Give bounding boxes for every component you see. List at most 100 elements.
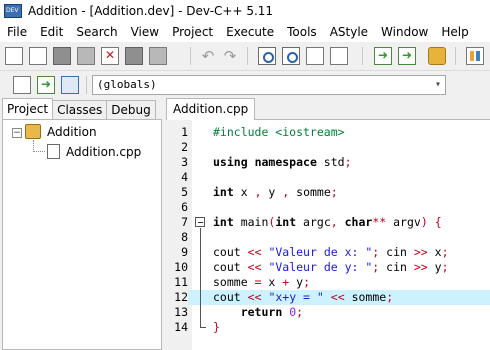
- code-text: #include <iostream>: [213, 125, 345, 139]
- menu-execute[interactable]: Execute: [219, 22, 280, 42]
- toolbar-separator: [247, 47, 248, 65]
- fold-end-marker: [200, 327, 206, 328]
- menu-help[interactable]: Help: [434, 22, 474, 42]
- new-class-icon[interactable]: [13, 76, 31, 94]
- line-number: 6: [181, 200, 188, 214]
- code-text: }: [213, 320, 220, 334]
- code-line[interactable]: 13 return 0;: [166, 305, 490, 320]
- line-number: 10: [174, 260, 188, 274]
- window-title: Addition - [Addition.dev] - Dev-C++ 5.11: [28, 4, 274, 18]
- tab-classes[interactable]: Classes: [52, 100, 108, 119]
- find-icon[interactable]: [258, 47, 276, 65]
- chevron-down-icon[interactable]: ▾: [435, 76, 441, 94]
- code-text: int main(int argc, char** argv) {: [213, 215, 442, 229]
- project-options-icon[interactable]: [466, 47, 484, 65]
- line-number: 4: [181, 170, 188, 184]
- collapse-icon[interactable]: −: [12, 128, 22, 138]
- toggle-bookmark-icon[interactable]: [330, 47, 348, 65]
- line-number: 7: [181, 215, 188, 229]
- close-all-icon[interactable]: [149, 47, 167, 65]
- code-line[interactable]: 11 somme = x + y;: [166, 275, 490, 290]
- save-icon[interactable]: [53, 47, 71, 65]
- menu-file[interactable]: File: [0, 22, 33, 42]
- menu-tools[interactable]: Tools: [280, 22, 323, 42]
- open-file-icon[interactable]: [29, 47, 47, 65]
- line-number: 12: [166, 290, 188, 305]
- editor-area: Addition.cpp 1 #include <iostream> 2 3 using…: [164, 98, 490, 350]
- code-line[interactable]: 12 cout << "x+y = " << somme;: [166, 290, 490, 305]
- close-file-icon[interactable]: [101, 47, 119, 65]
- main-toolbar: ↶ ↷: [0, 42, 490, 70]
- tree-root-project[interactable]: Addition: [47, 125, 97, 139]
- class-toolbar: (globals) ▾: [0, 70, 490, 98]
- new-file-icon[interactable]: [5, 47, 23, 65]
- menu-project[interactable]: Project: [165, 22, 219, 42]
- tree-file-item[interactable]: Addition.cpp: [66, 145, 141, 159]
- replace-icon[interactable]: [282, 47, 300, 65]
- fold-guide: [200, 228, 201, 327]
- code-line[interactable]: 9 cout << "Valeur de x: "; cin >> x;: [166, 245, 490, 260]
- tab-addition-cpp[interactable]: Addition.cpp: [166, 98, 256, 120]
- save-all-icon[interactable]: [77, 47, 95, 65]
- code-line[interactable]: 2: [166, 140, 490, 155]
- toolbar-separator: [362, 47, 363, 65]
- toggle-icon[interactable]: [61, 76, 79, 94]
- tree-connector: [33, 151, 45, 152]
- line-number: 1: [181, 125, 188, 139]
- line-number: 9: [181, 245, 188, 259]
- code-editor[interactable]: 1 #include <iostream> 2 3 using namespace st…: [166, 119, 490, 350]
- project-folder-icon: [25, 124, 41, 139]
- code-line[interactable]: 1 #include <iostream>: [166, 125, 490, 140]
- code-text: return 0;: [240, 305, 304, 319]
- insert-icon[interactable]: [37, 76, 55, 94]
- line-number: 8: [181, 230, 188, 244]
- code-line[interactable]: 14}: [166, 320, 490, 335]
- line-number: 5: [181, 185, 188, 199]
- tab-project[interactable]: Project: [2, 98, 54, 119]
- menu-view[interactable]: View: [124, 22, 165, 42]
- redo-icon[interactable]: ↷: [221, 47, 239, 65]
- code-line[interactable]: 5 int x , y , somme;: [166, 185, 490, 200]
- print-icon[interactable]: [125, 47, 143, 65]
- line-number: 14: [174, 320, 188, 334]
- panel-tabs: Project Classes Debug: [2, 98, 156, 120]
- scope-combo[interactable]: (globals) ▾: [92, 75, 446, 95]
- line-number: 3: [181, 155, 188, 169]
- menu-search[interactable]: Search: [69, 22, 123, 42]
- undo-icon[interactable]: ↶: [199, 47, 217, 65]
- menu-edit[interactable]: Edit: [33, 22, 69, 42]
- goto-line-icon[interactable]: [306, 47, 324, 65]
- toolbar-separator: [190, 47, 191, 65]
- menu-window[interactable]: Window: [374, 22, 434, 42]
- devcpp-app-icon: [4, 4, 22, 18]
- source-file-icon: [47, 144, 60, 159]
- compile-run-icon[interactable]: [428, 47, 446, 65]
- fold-collapse-icon[interactable]: [195, 217, 205, 227]
- code-line[interactable]: 4: [166, 170, 490, 185]
- remove-from-project-icon[interactable]: [398, 47, 416, 65]
- code-text: cout << "Valeur de x: "; cin >> x;: [213, 245, 449, 259]
- title-bar: Addition - [Addition.dev] - Dev-C++ 5.11: [0, 0, 490, 22]
- code-text: int x , y , somme;: [213, 185, 338, 199]
- line-number: 11: [174, 275, 188, 289]
- code-line[interactable]: 8: [166, 230, 490, 245]
- project-tree: − Addition Addition.cpp: [2, 119, 162, 350]
- scope-combo-value: (globals): [97, 78, 157, 91]
- code-text: cout << "x+y = " << somme;: [213, 290, 394, 304]
- menu-bar: File Edit Search View Project Execute To…: [0, 22, 490, 42]
- code-text: using namespace std;: [213, 155, 352, 169]
- tab-debug[interactable]: Debug: [106, 100, 156, 119]
- project-panel: Project Classes Debug − Addition Additio…: [0, 98, 164, 350]
- toolbar-separator: [455, 47, 456, 65]
- code-text: somme = x + y;: [213, 275, 310, 289]
- code-line[interactable]: 10 cout << "Valeur de y: "; cin >> y;: [166, 260, 490, 275]
- code-line[interactable]: 7 int main(int argc, char** argv) {: [166, 215, 490, 230]
- line-number: 13: [174, 305, 188, 319]
- toolbar-separator: [86, 76, 87, 94]
- code-line[interactable]: 3 using namespace std;: [166, 155, 490, 170]
- code-line[interactable]: 6: [166, 200, 490, 215]
- line-number: 2: [181, 140, 188, 154]
- add-to-project-icon[interactable]: [374, 47, 392, 65]
- code-text: cout << "Valeur de y: "; cin >> y;: [213, 260, 449, 274]
- menu-astyle[interactable]: AStyle: [323, 22, 374, 42]
